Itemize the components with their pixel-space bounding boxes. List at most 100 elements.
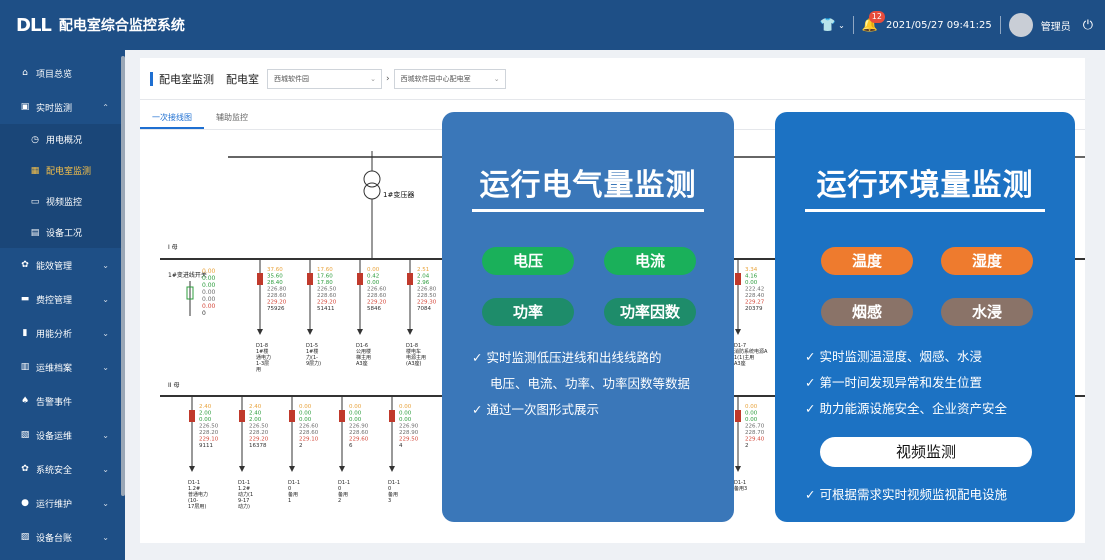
feeder-value: 4.16 (745, 274, 758, 280)
card1-bullet: ✓ 实时监测低压进线和出线线路的 (472, 350, 662, 365)
feeder-arrow (239, 466, 245, 472)
feeder-value: 75926 (267, 306, 285, 312)
avatar[interactable] (1008, 13, 1033, 37)
feeder-label: 用 (256, 367, 261, 373)
feeder-value: 228.60 (317, 293, 337, 299)
tab-single-line[interactable]: 一次接线图 (140, 108, 204, 129)
sidebar-item-operation[interactable]: ● 运行维护 ⌄ (0, 486, 125, 520)
feeder-value: 229.10 (299, 437, 319, 443)
incoming-value: 0 (202, 310, 206, 317)
pin-icon: ● (21, 498, 29, 508)
system-title: 配电室综合监控系统 (58, 18, 185, 34)
feeder-value: 16378 (249, 443, 267, 449)
feeder-value: 228.20 (199, 430, 219, 436)
sidebar-item-ledger[interactable]: ▨ 设备台账 ⌄ (0, 520, 125, 554)
feeder-value: 228.60 (299, 430, 319, 436)
feeder-value: 226.90 (349, 424, 369, 430)
feeder-value: 5846 (367, 306, 381, 312)
sidebar-subitem-room-monitor[interactable]: ▦ 配电室监测 (0, 155, 125, 186)
feeder-value: 228.70 (745, 430, 765, 436)
user-name[interactable]: 管理员 (1041, 18, 1071, 33)
shirt-icon[interactable]: 👕 (820, 18, 836, 33)
sidebar-item-archive[interactable]: ▥ 运维档案 ⌄ (0, 350, 125, 384)
sidebar-item-fee[interactable]: ▬ 费控管理 ⌄ (0, 282, 125, 316)
feeder-value: 35.60 (267, 274, 283, 280)
electric-monitor-card: 运行电气量监测 电压 电流 功率 功率因数 ✓ 实时监测低压进线和出线线路的 电… (442, 112, 734, 522)
sidebar-subitem-device[interactable]: ▤ 设备工况 (0, 217, 125, 248)
feeder-label: 17层用) (188, 504, 206, 510)
power-icon[interactable]: ⏻ (1083, 18, 1093, 33)
book-icon: ▨ (20, 532, 30, 542)
incoming-value: 0.00 (202, 296, 216, 303)
app-root: DLL 配电室综合监控系统 👕 ⌄ 🔔 12 2021/05/27 09:41:2… (0, 0, 1105, 560)
feeder-value: 0.00 (349, 404, 362, 410)
feeder-label: A3座 (734, 360, 746, 367)
sidebar-scrollbar[interactable] (121, 56, 125, 496)
feeder-value: 228.60 (349, 430, 369, 436)
feeder-label: 1#楼 (256, 348, 268, 355)
chevron-down-icon[interactable]: ⌄ (838, 21, 845, 30)
sidebar-item-overview[interactable]: ⌂ 项目总览 (0, 56, 125, 90)
feeder-value: 0.00 (399, 411, 412, 417)
feeder-value: 2 (299, 443, 303, 449)
feeder-value: 6 (349, 443, 353, 449)
pill-power: 功率 (482, 298, 574, 326)
feeder-label: 楼电车 (406, 348, 421, 355)
feeder-value: 28.40 (267, 280, 283, 286)
incoming-value: 0.00 (202, 268, 216, 275)
bus1-label: I 母 (168, 244, 178, 251)
feeder-breaker (189, 410, 195, 422)
gear-icon: ✿ (21, 260, 29, 270)
chevron-down-icon: ⌄ (102, 464, 109, 474)
feeder-breaker (239, 410, 245, 422)
park-select[interactable]: 西城软件园 ⌄ (267, 68, 382, 89)
feeder-value: 228.40 (745, 293, 765, 299)
bell-icon[interactable]: 🔔 12 (862, 10, 885, 33)
chevron-up-icon: ⌃ (102, 102, 109, 112)
sidebar-item-energy[interactable]: ✿ 能效管理 ⌄ (0, 248, 125, 282)
sidebar-subitem-usage[interactable]: ◷ 用电概况 (0, 124, 125, 155)
feeder-value: 0.00 (367, 280, 380, 286)
feeder-value: 229.20 (317, 300, 337, 306)
feeder-value: 0.00 (399, 417, 412, 423)
feeder-value: 228.60 (267, 293, 287, 299)
chevron-down-icon: ⌄ (102, 328, 109, 338)
feeder-value: 17.60 (317, 267, 333, 273)
incoming-value: 0.00 (202, 303, 216, 310)
feeder-value: 229.50 (399, 437, 419, 443)
sidebar-item-security[interactable]: ✿ 系统安全 ⌄ (0, 452, 125, 486)
feeder-value: 0.00 (399, 404, 412, 410)
pill-humidity: 湿度 (941, 247, 1033, 275)
card2-bullet: ✓ 实时监测温湿度、烟感、水浸 (805, 349, 982, 364)
feeder-value: 2.00 (249, 417, 262, 423)
breadcrumb: 配电室监测 配电室 西城软件园 ⌄ › 西城软件园中心配电室 ⌄ (140, 58, 1085, 100)
sidebar-item-alarm[interactable]: ♠ 告警事件 (0, 384, 125, 418)
sidebar-item-maintenance[interactable]: ▧ 设备运维 ⌄ (0, 418, 125, 452)
chevron-right-icon: › (386, 73, 390, 84)
tab-auxiliary[interactable]: 辅助监控 (204, 108, 260, 129)
sidebar-item-analysis[interactable]: ▮ 用能分析 ⌄ (0, 316, 125, 350)
feeder-breaker (389, 410, 395, 422)
feeder-value: 0.00 (745, 280, 758, 286)
feeder-label: 公用楼 (356, 348, 371, 355)
card1-bullet: 电压、电流、功率、功率因数等数据 (490, 376, 691, 391)
feeder-breaker (357, 273, 363, 285)
feeder-value: 229.20 (267, 300, 287, 306)
video-monitor-button[interactable]: 视频监测 (820, 437, 1032, 467)
room-select[interactable]: 西城软件园中心配电室 ⌄ (393, 68, 506, 89)
feeder-label: 1#楼 (306, 348, 318, 355)
feeder-value: 0.00 (745, 411, 758, 417)
feeder-value: 226.70 (745, 424, 765, 430)
feeder-value: 2.40 (199, 404, 212, 410)
bell-icon: ♠ (20, 396, 30, 406)
transformer-label: 1#变压器 (383, 190, 414, 199)
sidebar-item-realtime[interactable]: ▣ 实时监测 ⌃ (0, 90, 125, 124)
feeder-label: (A3座) (406, 360, 422, 367)
pill-temperature: 温度 (821, 247, 913, 275)
incoming-value: 0.00 (202, 289, 216, 296)
feeder-label: 电源主用 (406, 354, 426, 361)
incoming-value: 0.00 (202, 282, 216, 289)
feeder-value: 2.96 (417, 280, 430, 286)
sidebar-subitem-video[interactable]: ▭ 视频监控 (0, 186, 125, 217)
card1-title: 运行电气量监测 (479, 168, 697, 203)
